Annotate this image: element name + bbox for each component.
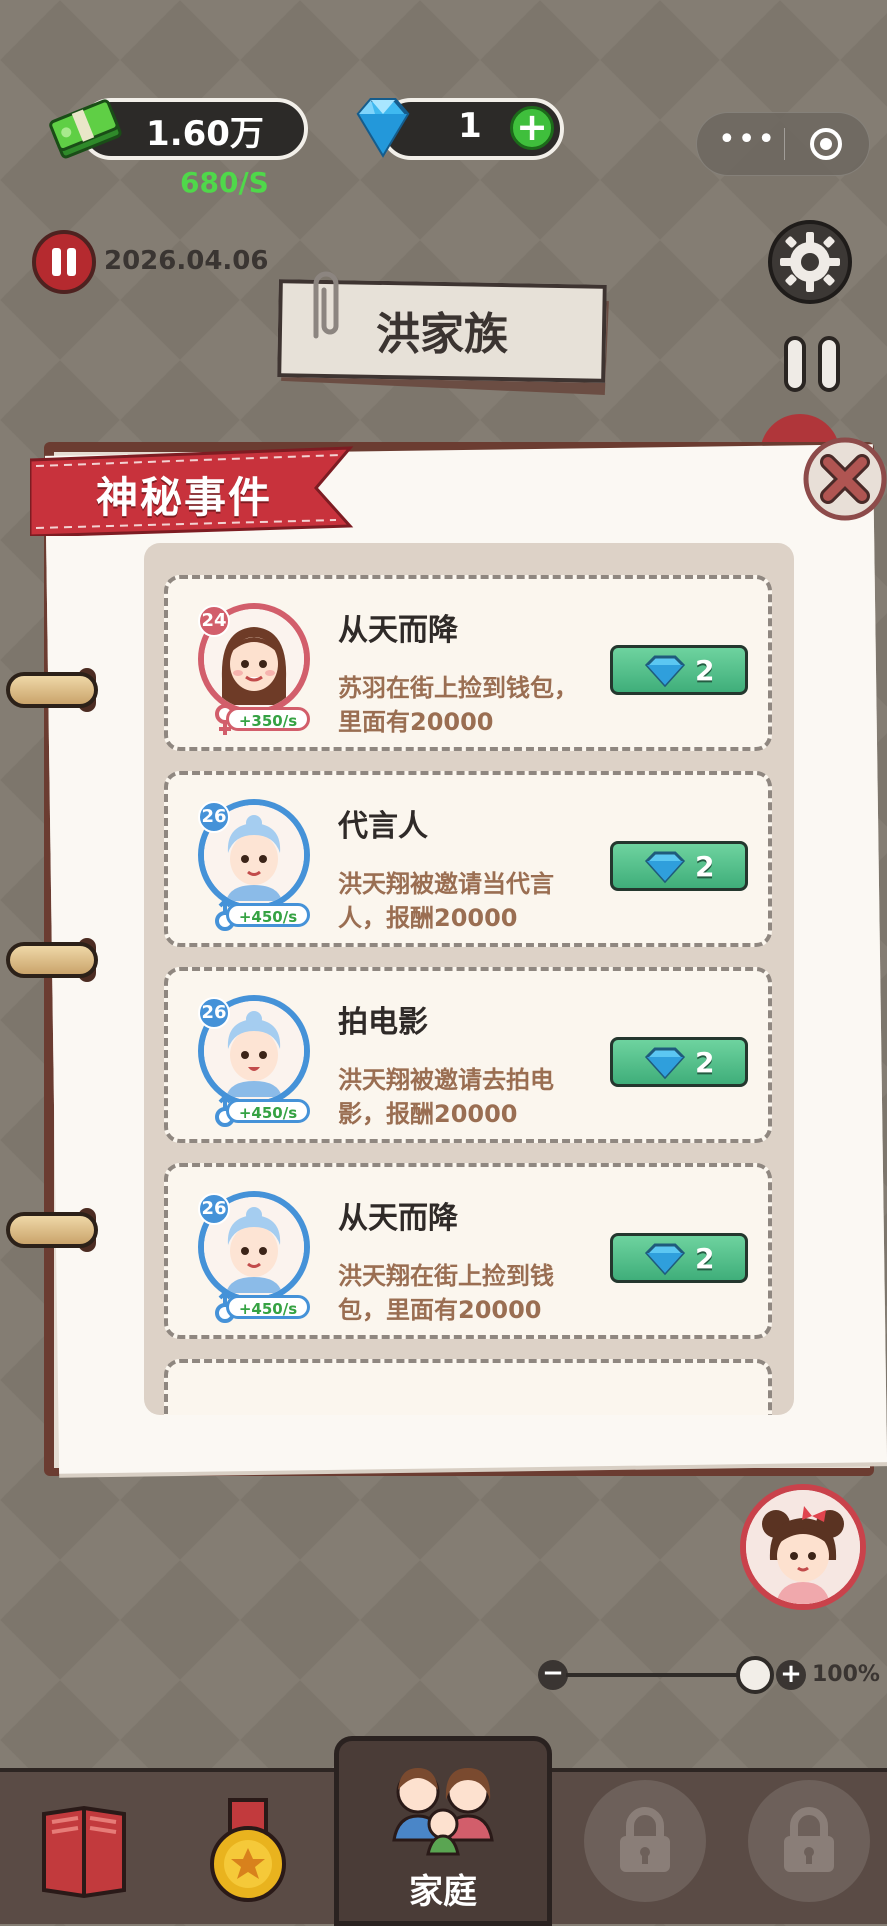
gem-cost-button[interactable]: 2 bbox=[610, 841, 748, 891]
lock-icon bbox=[784, 1807, 834, 1872]
medal-icon[interactable] bbox=[200, 1796, 296, 1906]
event-card: 24 +350/s 从天而降 苏羽在街上捡到钱包，里面有20000 2 bbox=[164, 575, 772, 751]
event-title: 代言人 bbox=[338, 809, 428, 844]
character-shortcut-avatar[interactable] bbox=[740, 1484, 866, 1610]
binder-ring bbox=[6, 1212, 98, 1248]
zoom-slider-thumb[interactable] bbox=[736, 1656, 774, 1694]
zoom-slider-track[interactable] bbox=[566, 1673, 756, 1677]
event-description: 洪天翔在街上捡到钱包，里面有20000 bbox=[338, 1262, 554, 1324]
event-title: 从天而降 bbox=[338, 1201, 458, 1236]
capsule-divider bbox=[784, 128, 785, 160]
pause-button[interactable] bbox=[32, 230, 96, 294]
close-miniapp-icon[interactable] bbox=[810, 128, 842, 160]
zoom-in-button[interactable]: + bbox=[776, 1660, 806, 1690]
income-badge: +450/s bbox=[226, 903, 310, 927]
book-icon[interactable] bbox=[36, 1800, 132, 1898]
event-list[interactable]: 24 +350/s 从天而降 苏羽在街上捡到钱包，里面有20000 2 26 +… bbox=[144, 543, 794, 1415]
binder-ring bbox=[6, 672, 98, 708]
event-card: 26 +450/s 代言人 洪天翔被邀请当代言人，报酬20000 2 bbox=[164, 771, 772, 947]
dialog-title: 神秘事件 bbox=[96, 473, 273, 522]
gem-cost: 2 bbox=[695, 1046, 715, 1079]
money-value: 1.60万 bbox=[146, 114, 264, 154]
event-card: 26 +450/s 拍电影 洪天翔被邀请去拍电影，报酬20000 2 bbox=[164, 967, 772, 1143]
event-description: 洪天翔被邀请去拍电影，报酬20000 bbox=[338, 1066, 554, 1128]
diamond-icon bbox=[644, 1047, 686, 1080]
lock-icon bbox=[620, 1807, 670, 1872]
diamond-icon bbox=[356, 98, 410, 158]
income-badge: +350/s bbox=[226, 707, 310, 731]
income-rate: 680/S bbox=[180, 166, 269, 199]
gem-cost-button[interactable]: 2 bbox=[610, 645, 748, 695]
gem-cost: 2 bbox=[695, 1242, 715, 1275]
event-card: 26 +450/s 从天而降 洪天翔在街上捡到钱包，里面有20000 2 bbox=[164, 1163, 772, 1339]
level-badge: 24 bbox=[198, 605, 230, 637]
gem-cost: 2 bbox=[695, 654, 715, 687]
gem-cost-button[interactable]: 2 bbox=[610, 1037, 748, 1087]
zoom-level: 100% bbox=[812, 1662, 880, 1687]
tab-family-label: 家庭 bbox=[409, 1872, 477, 1912]
gem-cost-button[interactable]: 2 bbox=[610, 1233, 748, 1283]
gem-cost: 2 bbox=[695, 850, 715, 883]
add-gem-button[interactable]: + bbox=[510, 106, 554, 150]
level-badge: 26 bbox=[198, 1193, 230, 1225]
gem-value: 1 bbox=[458, 106, 482, 146]
zoom-out-button[interactable]: − bbox=[538, 1660, 568, 1690]
girl-portrait-icon bbox=[746, 1490, 860, 1604]
income-badge: +450/s bbox=[226, 1099, 310, 1123]
diamond-icon bbox=[644, 655, 686, 688]
event-description: 苏羽在街上捡到钱包，里面有20000 bbox=[338, 674, 578, 736]
level-badge: 26 bbox=[198, 801, 230, 833]
diamond-icon bbox=[644, 851, 686, 884]
event-title: 从天而降 bbox=[338, 613, 458, 648]
gear-icon[interactable] bbox=[766, 218, 854, 306]
event-card bbox=[164, 1359, 772, 1415]
close-icon[interactable] bbox=[802, 436, 887, 522]
paperclip-icon bbox=[313, 271, 339, 339]
more-options-icon[interactable]: ••• bbox=[718, 122, 775, 157]
level-badge: 26 bbox=[198, 997, 230, 1029]
binder-ring bbox=[6, 942, 98, 978]
speed-toggle-icon[interactable] bbox=[780, 334, 844, 394]
game-date: 2026.04.06 bbox=[104, 246, 269, 276]
income-badge: +450/s bbox=[226, 1295, 310, 1319]
event-title: 拍电影 bbox=[338, 1005, 428, 1040]
diamond-icon bbox=[644, 1243, 686, 1276]
family-icon bbox=[392, 1768, 494, 1856]
event-description: 洪天翔被邀请当代言人，报酬20000 bbox=[338, 870, 554, 932]
